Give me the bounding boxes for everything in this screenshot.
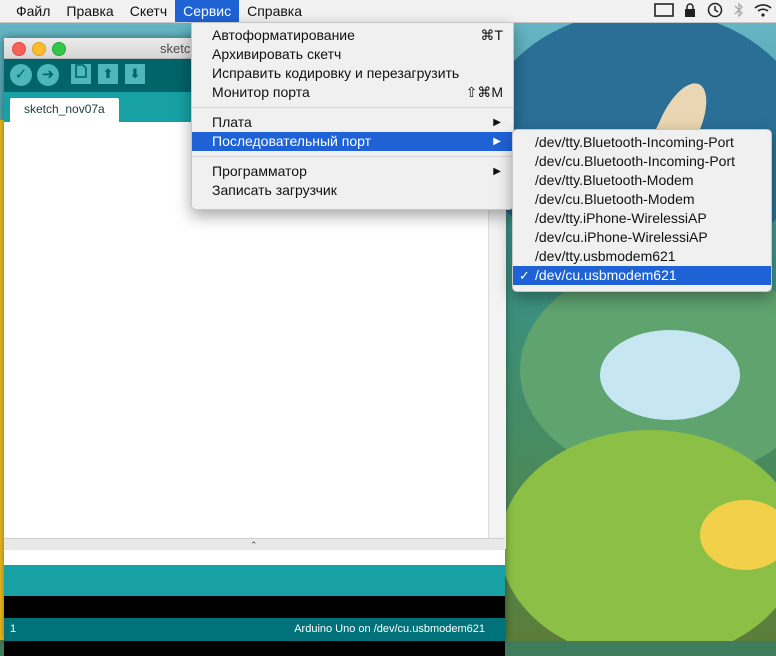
- line-number: 1: [10, 623, 17, 635]
- port-item[interactable]: /dev/tty.iPhone-WirelessiAP: [513, 209, 771, 228]
- close-icon[interactable]: [12, 42, 26, 56]
- open-icon[interactable]: ⬆: [98, 64, 118, 84]
- lock-icon[interactable]: [684, 2, 696, 20]
- minimize-icon[interactable]: [32, 42, 46, 56]
- port-label: /dev/cu.Bluetooth-Incoming-Port: [535, 153, 735, 169]
- port-item-selected[interactable]: ✓ /dev/cu.usbmodem621: [513, 266, 771, 285]
- menu-item-serial-monitor[interactable]: Монитор порта ⇧⌘M: [192, 83, 513, 102]
- upload-icon[interactable]: ➜: [37, 64, 59, 86]
- port-label: /dev/cu.Bluetooth-Modem: [535, 191, 695, 207]
- port-item[interactable]: /dev/tty.Bluetooth-Incoming-Port: [513, 133, 771, 152]
- checkmark-icon: ✓: [519, 268, 530, 283]
- submenu-arrow-icon: ▶: [493, 136, 501, 147]
- port-label: /dev/cu.usbmodem621: [535, 267, 677, 283]
- port-label: /dev/tty.iPhone-WirelessiAP: [535, 210, 707, 226]
- menu-item-label: Автоформатирование: [212, 27, 355, 43]
- tab-sketch[interactable]: sketch_nov07a: [10, 98, 119, 122]
- port-item[interactable]: /dev/tty.Bluetooth-Modem: [513, 171, 771, 190]
- menu-item-board[interactable]: Плата ▶: [192, 113, 513, 132]
- port-item[interactable]: /dev/cu.Bluetooth-Incoming-Port: [513, 152, 771, 171]
- port-item[interactable]: /dev/cu.Bluetooth-Modem: [513, 190, 771, 209]
- shortcut-label: ⇧⌘M: [465, 84, 503, 100]
- menu-item-autoformat[interactable]: Автоформатирование ⌘T: [192, 26, 513, 45]
- menu-item-archive-sketch[interactable]: Архивировать скетч: [192, 45, 513, 64]
- menu-item-label: Последовательный порт: [212, 133, 372, 149]
- editor-console-divider[interactable]: ⌃: [4, 538, 505, 550]
- menu-item-label: Архивировать скетч: [212, 46, 342, 62]
- splitter-grip-icon[interactable]: ⌃: [250, 540, 258, 551]
- menu-help[interactable]: Справка: [239, 0, 310, 22]
- menu-tools[interactable]: Сервис: [175, 0, 240, 22]
- port-item[interactable]: /dev/tty.usbmodem621: [513, 247, 771, 266]
- time-machine-icon[interactable]: [706, 2, 724, 21]
- menu-item-serial-port[interactable]: Последовательный порт ▶: [192, 132, 513, 151]
- port-label: /dev/tty.Bluetooth-Modem: [535, 172, 694, 188]
- verify-icon[interactable]: ✓: [10, 64, 32, 86]
- menu-edit[interactable]: Правка: [58, 0, 121, 22]
- submenu-arrow-icon: ▶: [493, 166, 501, 177]
- serial-port-submenu: /dev/tty.Bluetooth-Incoming-Port /dev/cu…: [512, 129, 772, 292]
- port-item[interactable]: /dev/cu.iPhone-WirelessiAP: [513, 228, 771, 247]
- menu-file[interactable]: Файл: [8, 0, 58, 22]
- zoom-icon[interactable]: [52, 42, 66, 56]
- new-icon[interactable]: [71, 64, 91, 84]
- message-bar: [4, 565, 505, 596]
- bluetooth-icon[interactable]: [734, 1, 744, 21]
- tools-menu: Автоформатирование ⌘T Архивировать скетч…: [191, 22, 514, 210]
- menu-separator: [192, 107, 513, 108]
- menu-sketch[interactable]: Скетч: [122, 0, 175, 22]
- port-label: /dev/tty.usbmodem621: [535, 248, 676, 264]
- menu-item-label: Исправить кодировку и перезагрузить: [212, 65, 460, 81]
- menu-item-label: Программатор: [212, 163, 307, 179]
- menu-separator: [192, 156, 513, 157]
- menu-item-label: Записать загрузчик: [212, 182, 337, 198]
- save-icon[interactable]: ⬇: [125, 64, 145, 84]
- menu-item-fix-encoding[interactable]: Исправить кодировку и перезагрузить: [192, 64, 513, 83]
- status-icons: [654, 0, 776, 22]
- status-bar: 1 Arduino Uno on /dev/cu.usbmodem621: [4, 618, 505, 641]
- port-label: /dev/cu.iPhone-WirelessiAP: [535, 229, 708, 245]
- menu-item-label: Монитор порта: [212, 84, 310, 100]
- shortcut-label: ⌘T: [480, 27, 503, 43]
- menu-item-label: Плата: [212, 114, 252, 130]
- menu-bar: Файл Правка Скетч Сервис Справка: [0, 0, 776, 23]
- board-port-info: Arduino Uno on /dev/cu.usbmodem621: [294, 623, 485, 635]
- menu-item-burn-bootloader[interactable]: Записать загрузчик: [192, 181, 513, 200]
- wifi-icon[interactable]: [754, 3, 772, 20]
- menu-item-programmer[interactable]: Программатор ▶: [192, 162, 513, 181]
- port-label: /dev/tty.Bluetooth-Incoming-Port: [535, 134, 734, 150]
- display-icon[interactable]: [654, 2, 674, 20]
- submenu-arrow-icon: ▶: [493, 117, 501, 128]
